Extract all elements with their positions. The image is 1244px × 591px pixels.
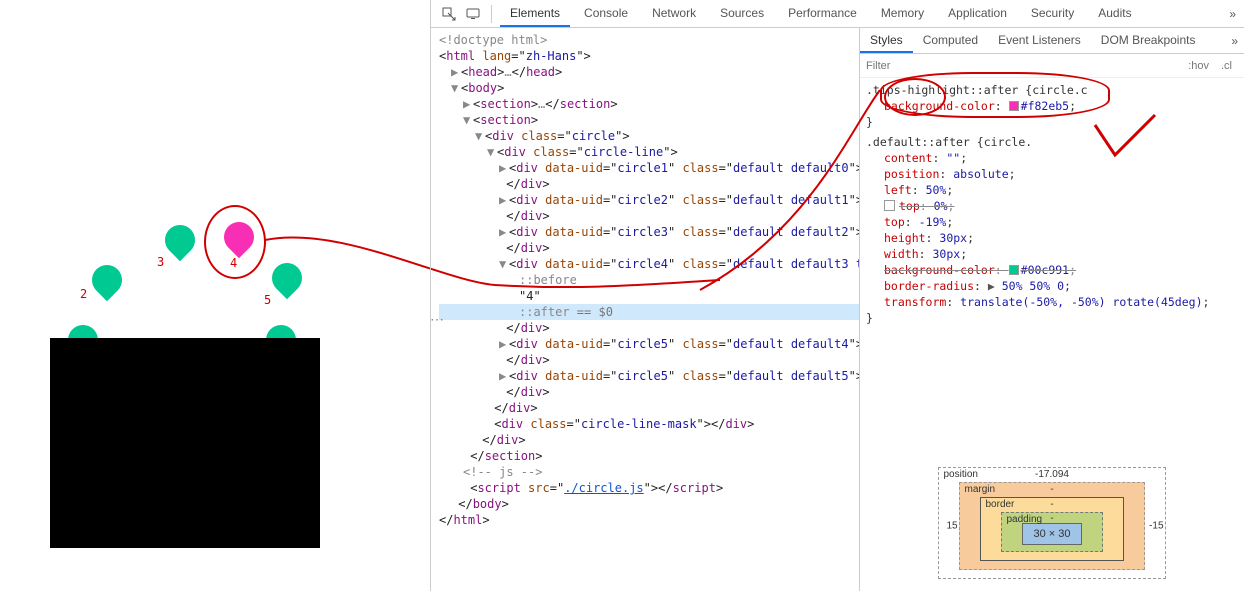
tree-line[interactable]: </div> [439,432,859,448]
tree-line[interactable]: <div class="circle-line-mask"></div> [439,416,859,432]
tree-line[interactable]: ▶<div data-uid="circle5" class="default … [439,368,859,384]
tree-line[interactable]: ▼<div class="circle"> [439,128,859,144]
gutter-menu-icon[interactable]: ⋯ [430,311,444,328]
balloon-shape [159,219,201,261]
tree-line[interactable]: "4" [439,288,859,304]
tree-line[interactable]: ▶<section>…</section> [439,96,859,112]
box-model: position -17.094 margin - 15 -15 border … [860,455,1244,591]
tree-line[interactable]: ▼<section> [439,112,859,128]
css-property[interactable]: left: 50%; [866,182,1238,198]
device-mode-icon[interactable] [463,4,483,24]
source-link[interactable]: circle. [984,135,1032,149]
tree-line[interactable]: ▼<div class="circle-line"> [439,144,859,160]
filter-row: :hov .cl [860,54,1244,78]
bm-content-size: 30 × 30 [1022,523,1081,545]
styles-body[interactable]: .tips-highlight::after {circle.c backgro… [860,78,1244,455]
tree-line[interactable]: </div> [439,400,859,416]
tab-console[interactable]: Console [574,0,638,27]
tree-line[interactable]: ▼<div data-uid="circle4" class="default … [439,256,859,272]
color-swatch[interactable] [1009,265,1019,275]
hov-toggle[interactable]: :hov [1182,60,1215,72]
tree-line[interactable]: </html> [439,512,859,528]
tab-performance[interactable]: Performance [778,0,867,27]
css-property[interactable]: transform: translate(-50%, -50%) rotate(… [866,294,1238,310]
bm-border-label: border [985,499,1014,510]
source-link[interactable]: circle.c [1032,83,1087,97]
tree-line[interactable]: ▶<head>…</head> [439,64,859,80]
css-property[interactable]: border-radius: ▶ 50% 50% 0; [866,278,1238,294]
balloon-5: 5 [272,263,302,293]
balloon-2: 2 [92,265,122,295]
css-property[interactable]: width: 30px; [866,246,1238,262]
tree-line-selected[interactable]: ::after == $0 [439,304,859,320]
tab-elements[interactable]: Elements [500,0,570,27]
tree-line[interactable]: </div> [439,176,859,192]
tab-dom-breakpoints[interactable]: DOM Breakpoints [1091,28,1206,53]
divider [491,5,492,23]
tree-line[interactable]: </div> [439,352,859,368]
tree-line[interactable]: ▶<div data-uid="circle2" class="default … [439,192,859,208]
balloon-label: 5 [264,293,271,307]
rule-default-after[interactable]: .default::after {circle. content: "";pos… [866,134,1238,326]
tree-line[interactable]: ▶<div data-uid="circle1" class="default … [439,160,859,176]
css-property[interactable]: height: 30px; [866,230,1238,246]
prop-checkbox[interactable] [884,200,895,211]
tree-line[interactable]: <!doctype html> [439,32,859,48]
tree-line[interactable]: </div> [439,240,859,256]
sidebar-more-icon[interactable]: » [1231,34,1244,48]
devtools-panel: Elements Console Network Sources Perform… [430,0,1244,591]
tree-line[interactable]: ▶<div data-uid="circle3" class="default … [439,224,859,240]
inspect-icon[interactable] [439,4,459,24]
cls-toggle[interactable]: .cl [1215,60,1238,72]
devtools-main: <!doctype html> <html lang="zh-Hans"> ▶<… [431,28,1244,591]
tree-line[interactable]: </div> [439,384,859,400]
css-property[interactable]: background-color: #00c991; [866,262,1238,278]
css-property[interactable]: top: -19%; [866,214,1238,230]
css-property[interactable]: position: absolute; [866,166,1238,182]
tree-line[interactable]: <!-- js --> [439,464,859,480]
sidebar-tabs: Styles Computed Event Listeners DOM Brea… [860,28,1244,54]
css-property[interactable]: top: 0%; [866,198,1238,214]
tree-line[interactable]: <html lang="zh-Hans"> [439,48,859,64]
tab-sources[interactable]: Sources [710,0,774,27]
tree-line[interactable]: ▼<body> [439,80,859,96]
tab-security[interactable]: Security [1021,0,1084,27]
tree-line[interactable]: ::before [439,272,859,288]
tree-line[interactable]: <script src="./circle.js"></script> [439,480,859,496]
filter-input[interactable] [866,60,1182,72]
tree-line[interactable]: </section> [439,448,859,464]
elements-tree[interactable]: <!doctype html> <html lang="zh-Hans"> ▶<… [431,28,859,591]
tree-line[interactable]: ▶<div data-uid="circle5" class="default … [439,336,859,352]
balloon-label: 3 [157,255,164,269]
tab-audits[interactable]: Audits [1088,0,1141,27]
balloon-3: 3 [165,225,195,255]
devtools-toolbar: Elements Console Network Sources Perform… [431,0,1244,28]
annotation-circle [204,205,266,279]
tab-computed[interactable]: Computed [913,28,988,53]
tree-line[interactable]: </div> [439,320,859,336]
tab-application[interactable]: Application [938,0,1017,27]
balloon-shape [86,259,128,301]
tab-network[interactable]: Network [642,0,706,27]
tab-memory[interactable]: Memory [871,0,934,27]
tab-styles[interactable]: Styles [860,28,913,53]
color-swatch[interactable] [1009,101,1019,111]
bm-padding-label: padding [1006,514,1042,525]
tree-line[interactable]: </body> [439,496,859,512]
balloon-label: 2 [80,287,87,301]
bm-margin-label: margin [964,484,995,495]
tree-line[interactable]: </div> [439,208,859,224]
page-preview: 2 3 4 5 [0,0,430,591]
preview-black-rect [50,338,320,548]
styles-sidebar: Styles Computed Event Listeners DOM Brea… [859,28,1244,591]
tab-event-listeners[interactable]: Event Listeners [988,28,1091,53]
bm-position-label: position [943,469,977,480]
css-property[interactable]: content: ""; [866,150,1238,166]
balloon-shape [266,257,308,299]
toolbar-more-icon[interactable]: » [1229,7,1244,21]
rule-tips-highlight[interactable]: .tips-highlight::after {circle.c backgro… [866,82,1238,130]
